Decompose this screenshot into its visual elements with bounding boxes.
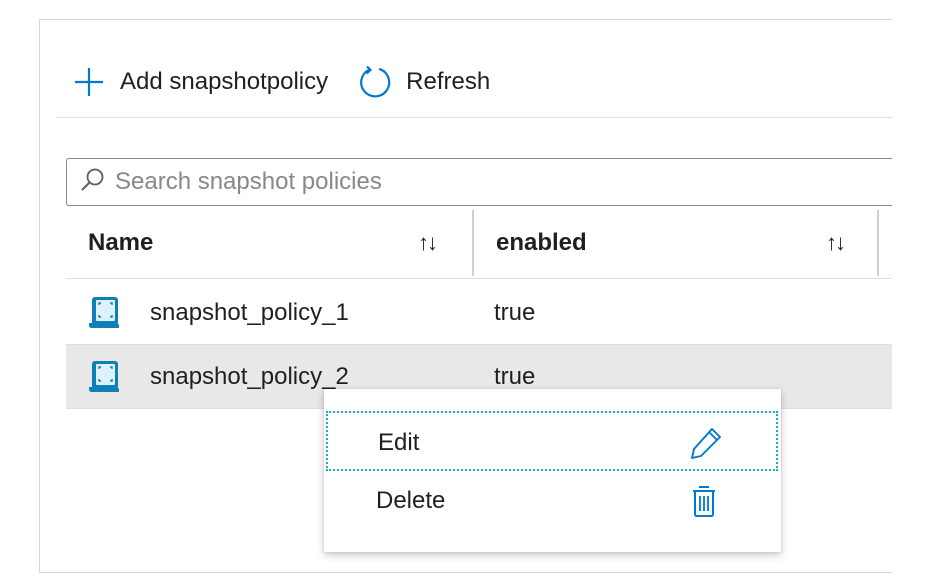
plus-icon bbox=[70, 63, 108, 101]
toolbar-divider bbox=[56, 117, 892, 118]
table-header: Name ↑↓ enabled ↑↓ bbox=[66, 208, 892, 279]
context-menu: Edit Delete bbox=[324, 389, 781, 552]
add-snapshotpolicy-label: Add snapshotpolicy bbox=[120, 68, 329, 95]
column-header-enabled-label: enabled bbox=[496, 229, 587, 256]
delete-label: Delete bbox=[376, 487, 446, 514]
snapshot-policy-icon bbox=[86, 359, 122, 395]
row-name: snapshot_policy_1 bbox=[150, 299, 349, 326]
table-row[interactable]: snapshot_policy_1 true bbox=[66, 281, 892, 345]
sort-icon[interactable]: ↑↓ bbox=[826, 230, 846, 256]
pencil-icon bbox=[688, 425, 724, 461]
refresh-button[interactable]: Refresh bbox=[356, 63, 490, 101]
row-enabled: true bbox=[494, 363, 536, 390]
column-resize-handle[interactable] bbox=[472, 210, 474, 276]
column-header-name[interactable]: Name ↑↓ bbox=[88, 208, 453, 278]
row-name: snapshot_policy_2 bbox=[150, 363, 349, 390]
refresh-label: Refresh bbox=[406, 68, 491, 95]
edit-label: Edit bbox=[378, 429, 420, 456]
command-bar: Add snapshotpolicy Refresh bbox=[70, 64, 490, 100]
delete-menu-item[interactable]: Delete bbox=[326, 471, 778, 531]
refresh-icon bbox=[356, 63, 394, 101]
trash-icon bbox=[686, 483, 722, 519]
search-icon bbox=[79, 167, 105, 198]
search-input[interactable] bbox=[113, 167, 877, 197]
column-header-name-label: Name bbox=[88, 229, 154, 256]
snapshot-policy-icon bbox=[86, 295, 122, 331]
add-snapshotpolicy-button[interactable]: Add snapshotpolicy bbox=[70, 63, 328, 101]
column-resize-handle[interactable] bbox=[877, 210, 879, 276]
row-enabled: true bbox=[494, 299, 536, 326]
search-box[interactable] bbox=[66, 158, 892, 206]
edit-menu-item[interactable]: Edit bbox=[326, 411, 778, 471]
column-header-enabled[interactable]: enabled ↑↓ bbox=[496, 208, 866, 278]
sort-icon[interactable]: ↑↓ bbox=[418, 230, 438, 256]
